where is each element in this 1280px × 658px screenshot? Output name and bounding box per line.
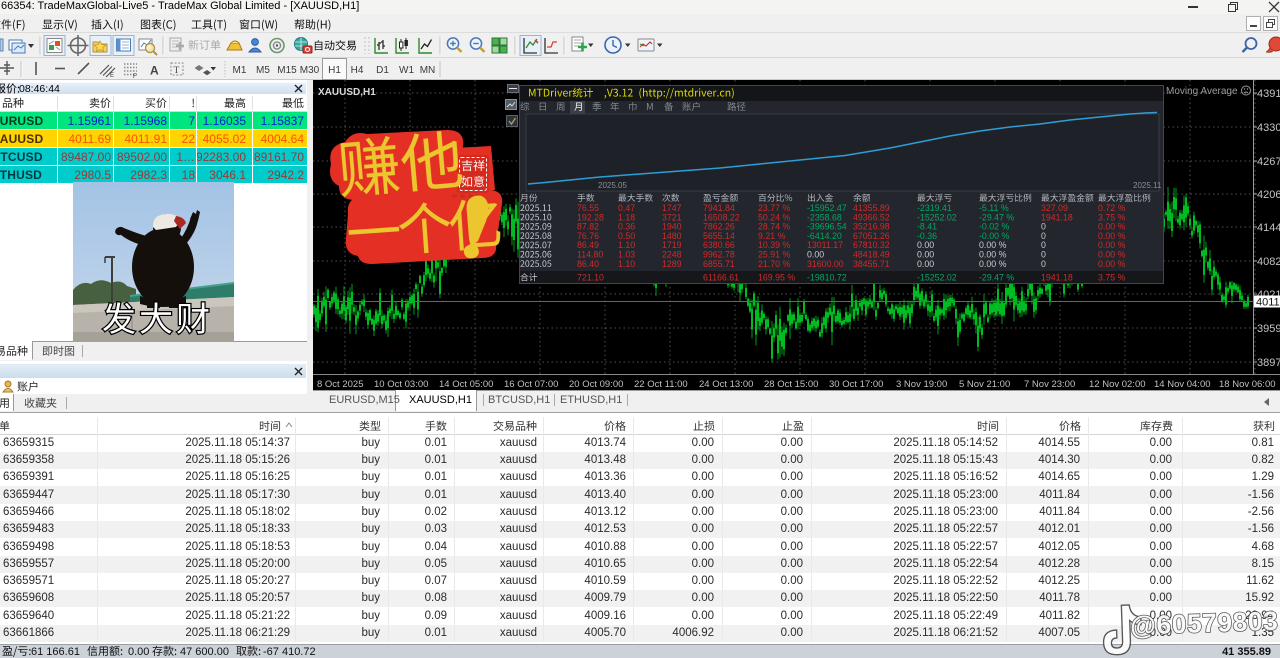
svg-text:@60579803: @60579803 xyxy=(1130,606,1279,641)
